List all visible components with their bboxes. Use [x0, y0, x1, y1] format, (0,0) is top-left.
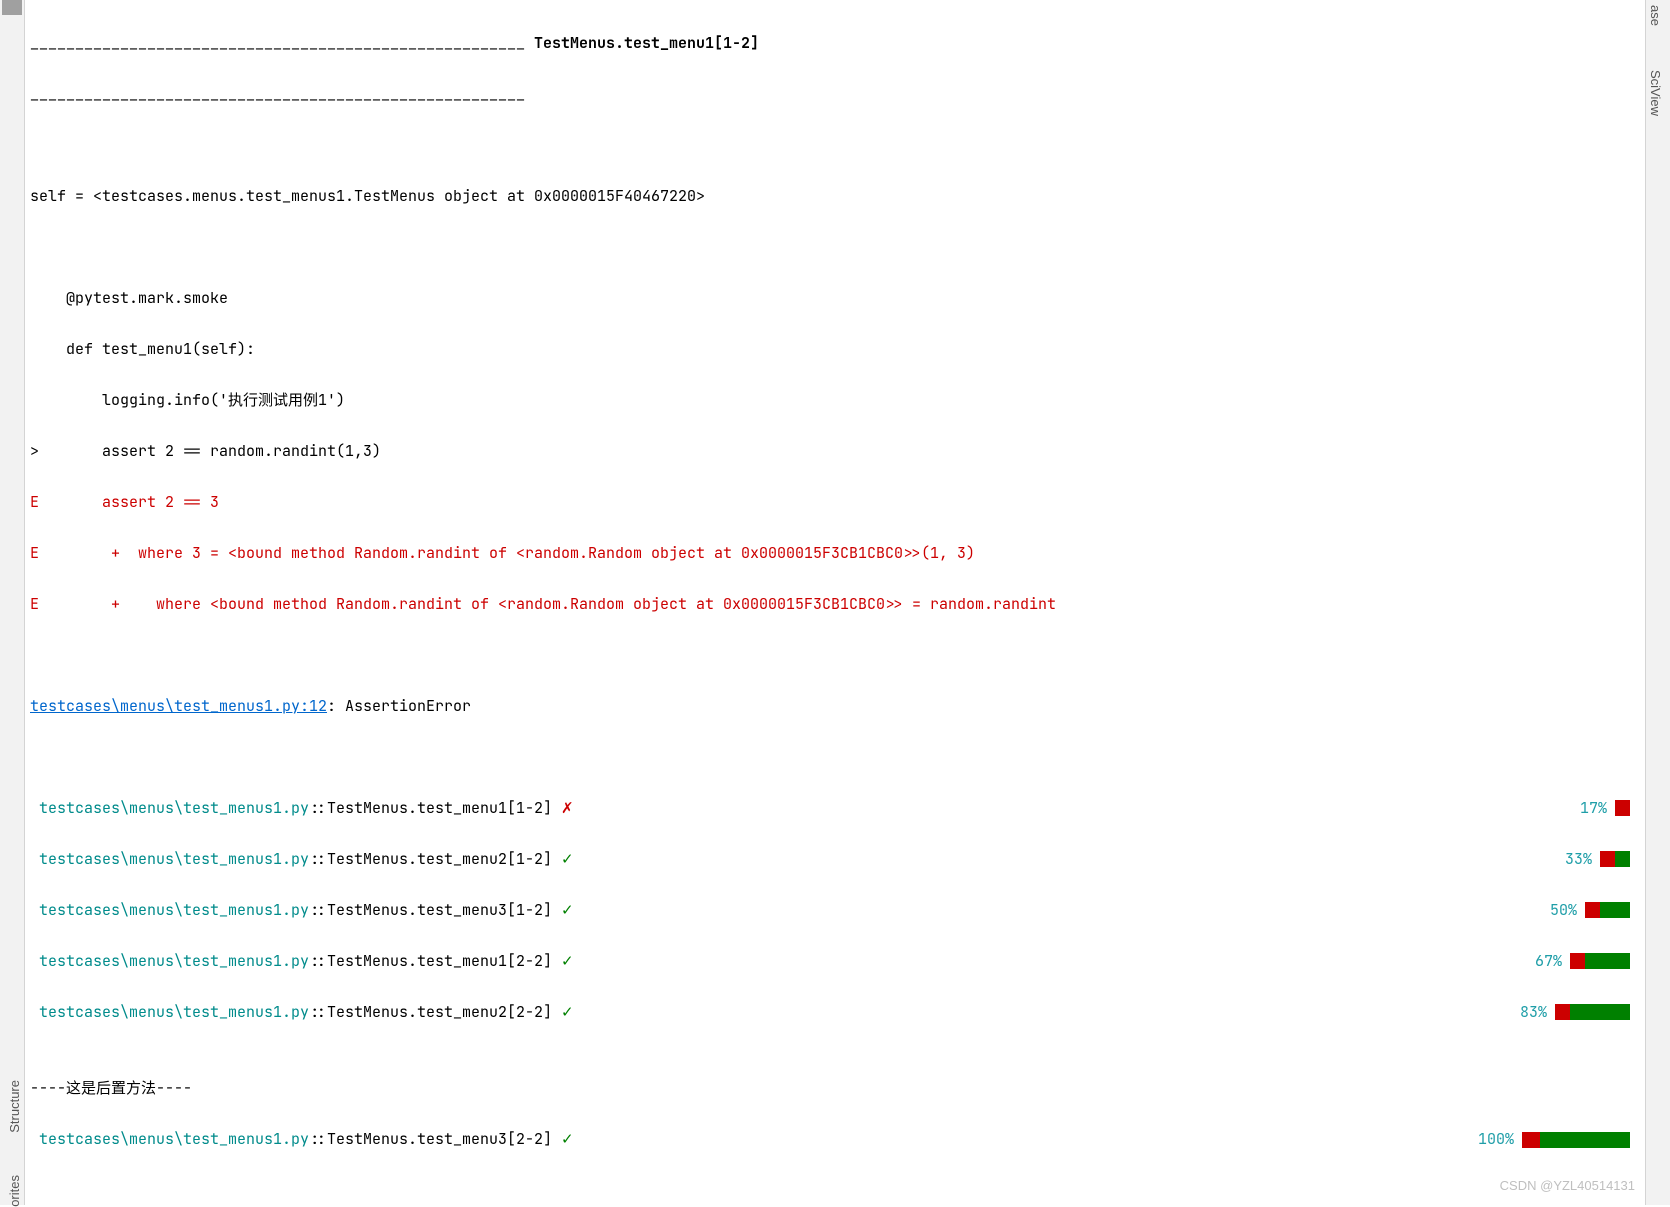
error-line: E assert 2 == 3 [30, 490, 1640, 516]
progress-bar [1570, 953, 1630, 969]
progress-bar [1615, 800, 1630, 816]
trace-def: def test_menu1(self): [30, 337, 1640, 363]
test-file-path[interactable]: testcases\menus\test_menus1.py [30, 900, 309, 920]
pass-icon: ✓ [561, 1002, 574, 1022]
right-gutter: ase SciView [1645, 0, 1670, 1205]
error-line: E + where 3 = <bound method Random.randi… [30, 541, 1640, 567]
test-file-path[interactable]: testcases\menus\test_menus1.py [30, 849, 309, 869]
test-file-path[interactable]: testcases\menus\test_menus1.py [30, 1129, 309, 1149]
progress-bar [1555, 1004, 1630, 1020]
test-result-row: testcases\menus\test_menus1.py::TestMenu… [30, 949, 1640, 975]
trace-assert: > assert 2 == random.randint(1,3) [30, 439, 1640, 465]
test-file-path[interactable]: testcases\menus\test_menus1.py [30, 798, 309, 818]
progress-percent: 50% [1550, 898, 1577, 924]
favorites-tool-label[interactable]: orites [4, 1175, 26, 1207]
test-name: ::TestMenus.test_menu2[2-2] [309, 1002, 561, 1022]
test-result-row: testcases\menus\test_menus1.py::TestMenu… [30, 898, 1640, 924]
test-name: ::TestMenus.test_menu1[1-2] [309, 798, 561, 818]
test-name: ::TestMenus.test_menu3[2-2] [309, 1129, 561, 1149]
progress-percent: 100% [1478, 1127, 1514, 1153]
test-result-row: testcases\menus\test_menus1.py::TestMenu… [30, 847, 1640, 873]
test-file-path[interactable]: testcases\menus\test_menus1.py [30, 1002, 309, 1022]
test-name: ::TestMenus.test_menu2[1-2] [309, 849, 561, 869]
file-location: testcases\menus\test_menus1.py:12: Asser… [30, 694, 1640, 720]
gutter-tab [2, 0, 22, 15]
pass-icon: ✓ [561, 849, 574, 869]
test-name: ::TestMenus.test_menu1[2-2] [309, 951, 561, 971]
pass-icon: ✓ [561, 951, 574, 971]
progress-percent: 67% [1535, 949, 1562, 975]
progress-bar [1585, 902, 1630, 918]
test-file-path[interactable]: testcases\menus\test_menus1.py [30, 951, 309, 971]
progress-percent: 33% [1565, 847, 1592, 873]
console-output[interactable]: ________________________________________… [30, 5, 1640, 1205]
fail-icon: ✗ [561, 798, 574, 818]
progress-percent: 83% [1520, 1000, 1547, 1026]
error-line: E + where <bound method Random.randint o… [30, 592, 1640, 618]
watermark: CSDN @YZL40514131 [1500, 1175, 1635, 1197]
file-link[interactable]: testcases\menus\test_menus1.py:12 [30, 696, 327, 716]
trace-log: logging.info('执行测试用例1') [30, 388, 1640, 414]
separator-line: ________________________________________… [30, 31, 1640, 57]
progress-bar [1600, 851, 1630, 867]
pass-icon: ✓ [561, 1129, 574, 1149]
structure-tool-label[interactable]: Structure [4, 1080, 26, 1133]
progress-percent: 17% [1580, 796, 1607, 822]
progress-bar [1522, 1132, 1630, 1148]
trace-self: self = <testcases.menus.test_menus1.Test… [30, 184, 1640, 210]
separator-line: ________________________________________… [30, 82, 1640, 108]
trace-decorator: @pytest.mark.smoke [30, 286, 1640, 312]
sciview-tool-label[interactable]: SciView [1644, 70, 1666, 116]
test-result-row: testcases\menus\test_menus1.py::TestMenu… [30, 796, 1640, 822]
teardown-msg: ----这是后置方法---- [30, 1076, 1640, 1102]
test-result-row: testcases\menus\test_menus1.py::TestMenu… [30, 1127, 1640, 1153]
left-gutter: Structure orites [0, 0, 25, 1205]
database-tool-label[interactable]: ase [1644, 5, 1666, 26]
test-result-row: testcases\menus\test_menus1.py::TestMenu… [30, 1000, 1640, 1026]
test-name: ::TestMenus.test_menu3[1-2] [309, 900, 561, 920]
pass-icon: ✓ [561, 900, 574, 920]
